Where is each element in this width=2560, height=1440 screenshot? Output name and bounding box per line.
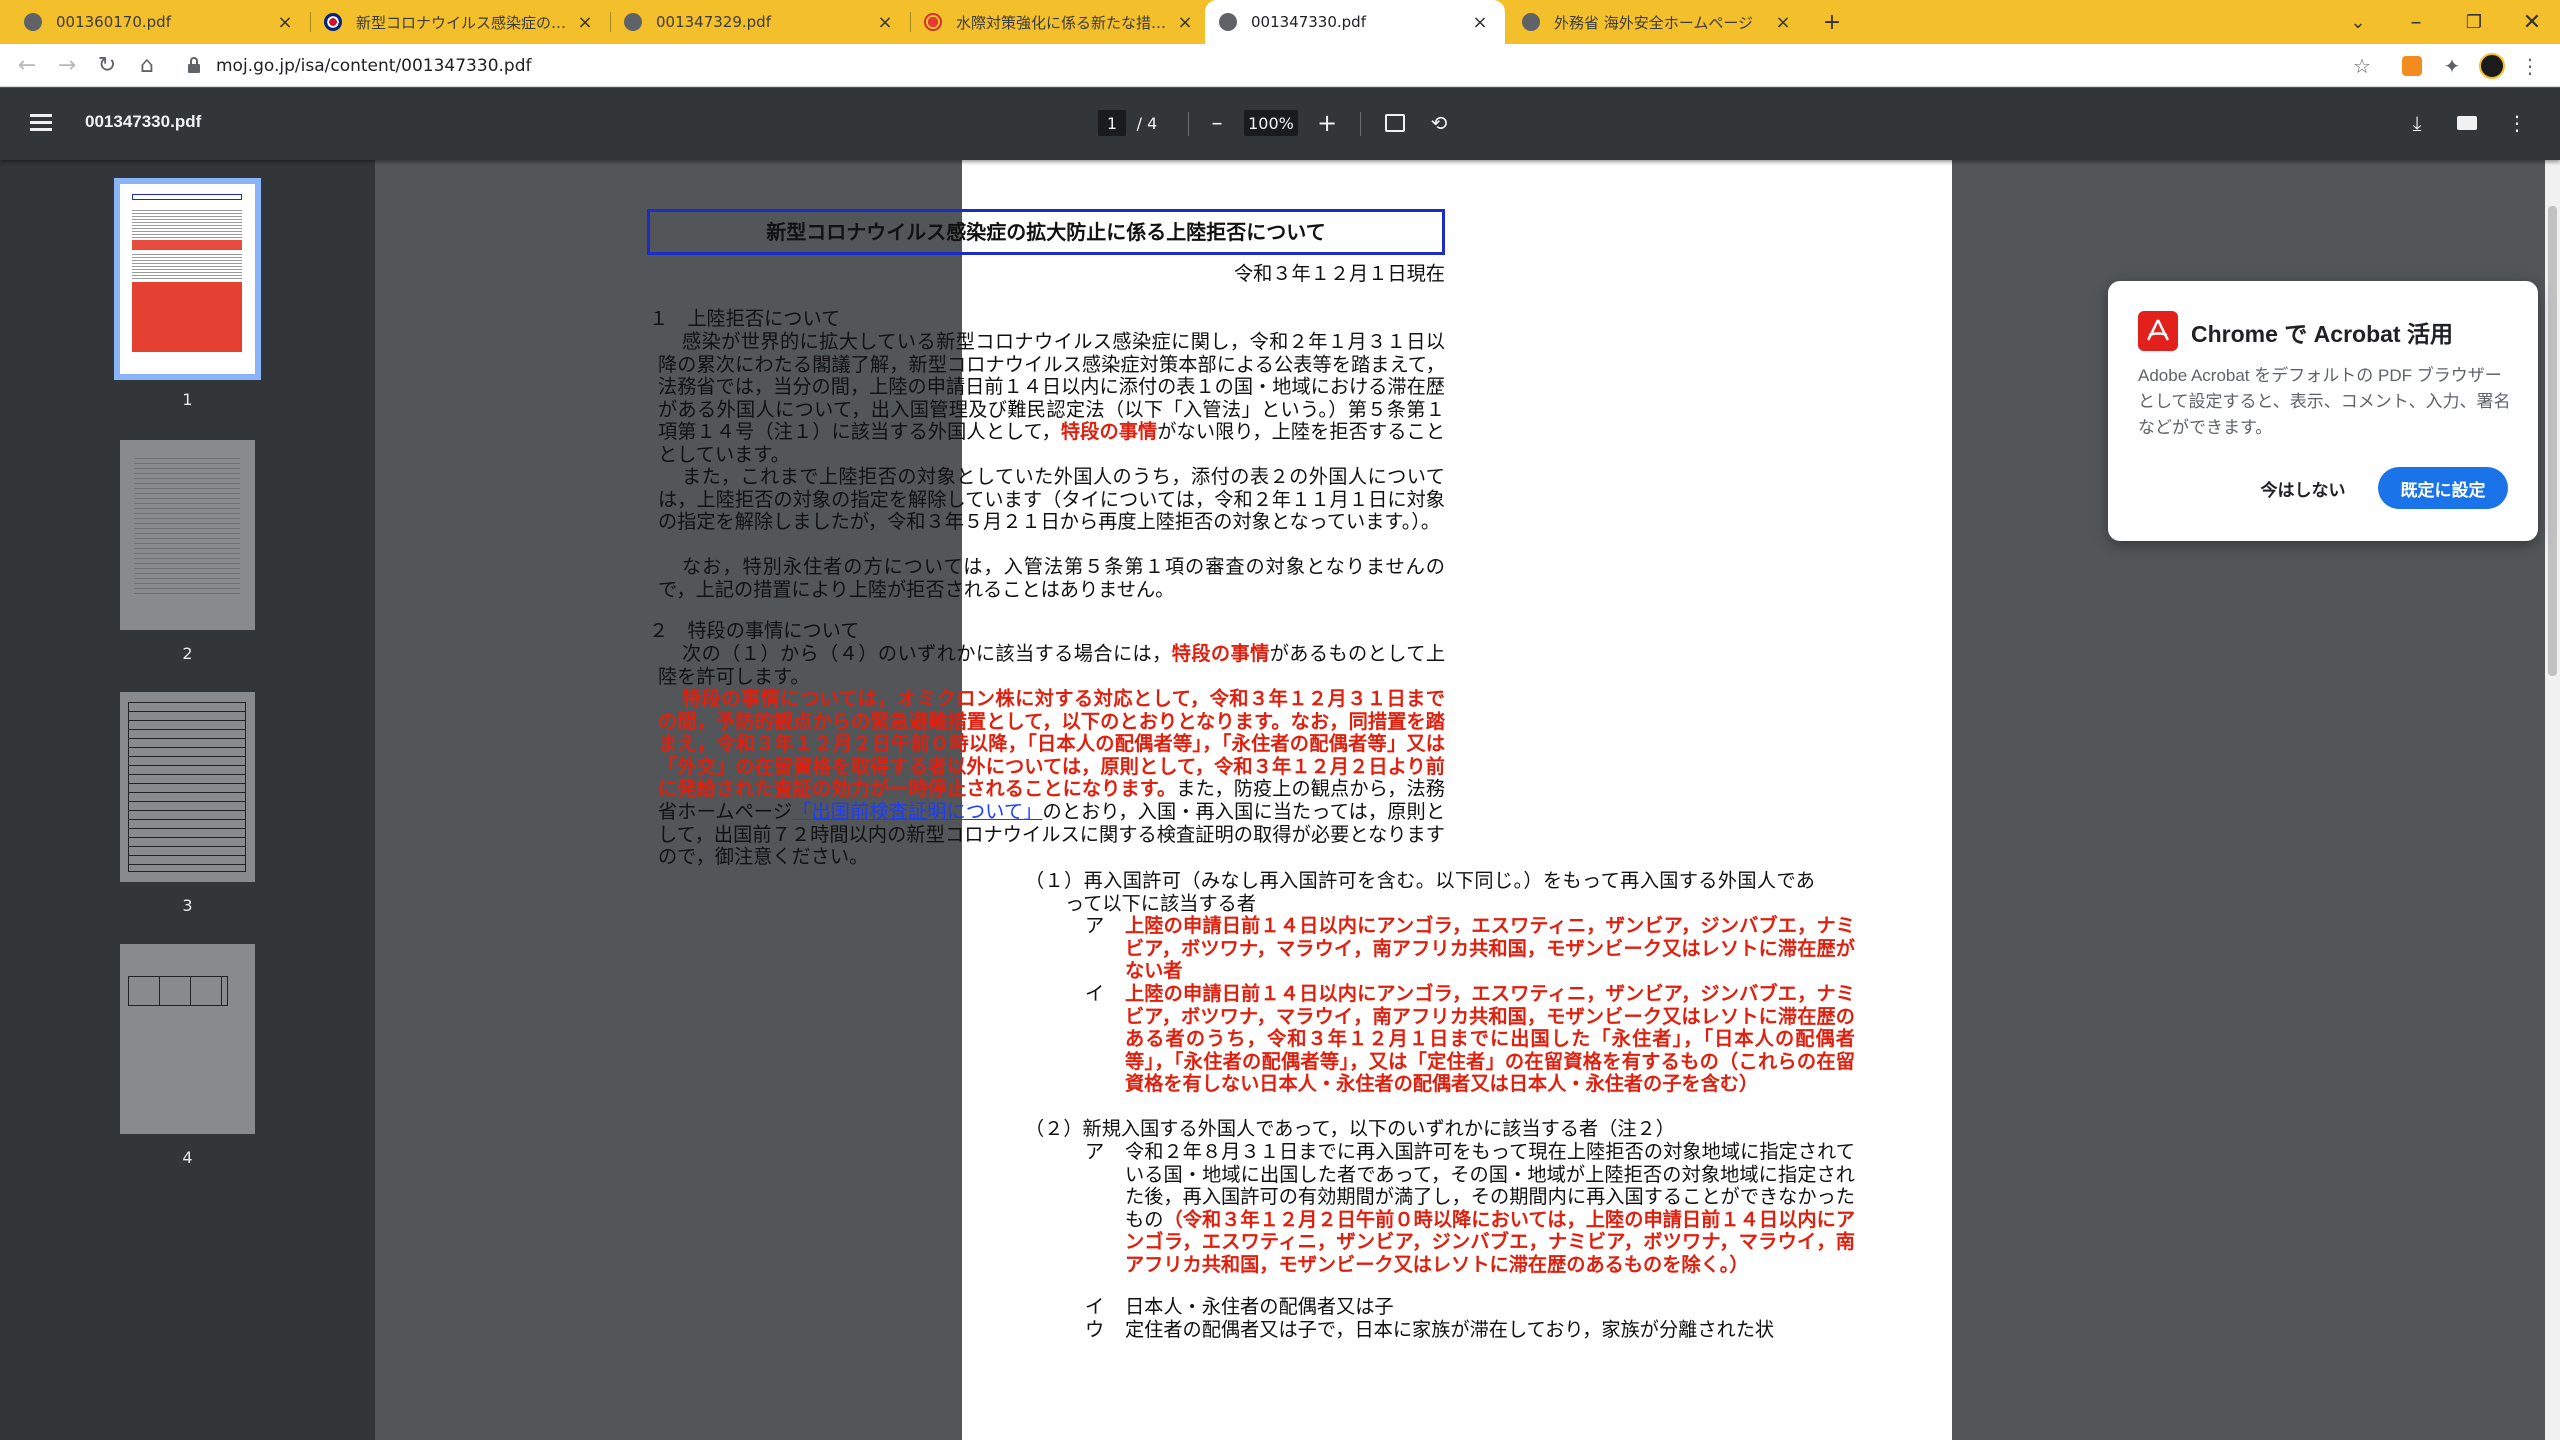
thumbnail-number: 1 bbox=[182, 390, 193, 409]
thumbnail-sidebar: 1 2 3 4 bbox=[0, 160, 375, 1440]
back-button[interactable]: ← bbox=[12, 50, 42, 80]
thumbnail-image bbox=[120, 692, 255, 882]
thumbnail-image bbox=[120, 440, 255, 630]
minimize-button[interactable]: – bbox=[2396, 0, 2436, 44]
close-icon[interactable]: × bbox=[1174, 12, 1196, 33]
popup-title: Chrome で Acrobat 活用 bbox=[2191, 321, 2453, 347]
print-icon[interactable] bbox=[2452, 110, 2482, 136]
popup-body: Adobe Acrobat をデフォルトの PDF ブラウザーとして設定すると、… bbox=[2138, 366, 2511, 437]
tab-4[interactable]: 水際対策強化に係る新たな措置（ × bbox=[910, 0, 1210, 44]
thumbnail-page-3[interactable]: 3 bbox=[120, 692, 255, 915]
zoom-in-button[interactable]: + bbox=[1312, 109, 1342, 137]
pdf-toolbar: 001347330.pdf 1 / 4 – 100% + ⟲ ⤓ ⋮ bbox=[0, 88, 2560, 160]
tab-5-active[interactable]: 001347330.pdf × bbox=[1205, 0, 1505, 44]
reload-button[interactable]: ↻ bbox=[92, 50, 122, 80]
globe-icon bbox=[1219, 13, 1237, 31]
address-bar[interactable]: moj.go.jp/isa/content/001347330.pdf bbox=[216, 52, 531, 80]
tab-title: 外務省 海外安全ホームページ bbox=[1554, 13, 1754, 32]
thumbnail-number: 4 bbox=[182, 1148, 193, 1167]
thumbnail-page-4[interactable]: 4 bbox=[120, 944, 255, 1167]
restore-button[interactable]: ❐ bbox=[2454, 0, 2494, 44]
globe-icon bbox=[24, 13, 42, 31]
extensions-puzzle-icon[interactable]: ✦ bbox=[2438, 52, 2466, 80]
globe-icon bbox=[1522, 13, 1540, 31]
fit-page-icon[interactable] bbox=[1380, 110, 1410, 136]
zoom-input[interactable]: 100% bbox=[1244, 110, 1298, 136]
forward-button[interactable]: → bbox=[52, 50, 82, 80]
rotate-icon[interactable]: ⟲ bbox=[1424, 110, 1454, 136]
browser-toolbar: ← → ↻ ⌂ moj.go.jp/isa/content/001347330.… bbox=[0, 44, 2560, 87]
profile-avatar[interactable] bbox=[2478, 52, 2506, 80]
close-icon[interactable]: × bbox=[274, 12, 296, 33]
thumbnail-number: 3 bbox=[182, 896, 193, 915]
close-icon[interactable]: × bbox=[1469, 12, 1491, 33]
document-title: 001347330.pdf bbox=[85, 112, 202, 131]
rss-extension-icon[interactable] bbox=[2398, 52, 2426, 80]
close-icon[interactable]: × bbox=[574, 12, 596, 33]
thumbnail-image bbox=[120, 944, 255, 1134]
uk-flag-icon bbox=[324, 13, 342, 31]
new-tab-button[interactable]: + bbox=[1812, 0, 1852, 44]
tab-title: 001360170.pdf bbox=[56, 13, 171, 31]
bookmark-star-icon[interactable]: ☆ bbox=[2348, 52, 2376, 80]
tab-6[interactable]: 外務省 海外安全ホームページ × bbox=[1508, 0, 1808, 44]
download-icon[interactable]: ⤓ bbox=[2402, 110, 2432, 136]
thumbnail-page-2[interactable]: 2 bbox=[120, 440, 255, 663]
toolbar-divider bbox=[1360, 112, 1361, 136]
close-icon[interactable]: × bbox=[874, 12, 896, 33]
tab-search-button[interactable]: ⌄ bbox=[2338, 0, 2378, 44]
toolbar-divider bbox=[1188, 112, 1189, 136]
tab-strip: 001360170.pdf × 新型コロナウイルス感染症の拡大防止 × 0013… bbox=[0, 0, 2560, 44]
scrollbar[interactable] bbox=[2545, 160, 2560, 1440]
pre-departure-test-link[interactable]: 「出国前検査証明について」 bbox=[792, 800, 1042, 823]
window-close-button[interactable]: ✕ bbox=[2512, 0, 2552, 44]
globe-icon bbox=[624, 13, 642, 31]
thumbnail-page-1[interactable]: 1 bbox=[114, 178, 261, 409]
tab-title: 水際対策強化に係る新たな措置（ bbox=[956, 13, 1174, 32]
zoom-out-button[interactable]: – bbox=[1202, 110, 1232, 136]
thumbnail-number: 2 bbox=[182, 644, 193, 663]
close-icon[interactable]: × bbox=[1772, 12, 1794, 33]
home-button[interactable]: ⌂ bbox=[132, 50, 162, 80]
lock-icon bbox=[188, 57, 200, 73]
page-number-input[interactable]: 1 bbox=[1098, 110, 1126, 136]
acrobat-promo-popup: Chrome で Acrobat 活用 Adobe Acrobat をデフォルト… bbox=[2108, 281, 2538, 541]
tab-title: 001347329.pdf bbox=[656, 13, 771, 31]
acrobat-logo-icon bbox=[2138, 311, 2178, 351]
tab-3[interactable]: 001347329.pdf × bbox=[610, 0, 910, 44]
site-icon bbox=[924, 13, 942, 31]
tab-1[interactable]: 001360170.pdf × bbox=[10, 0, 310, 44]
tab-title: 新型コロナウイルス感染症の拡大防止 bbox=[356, 13, 574, 32]
sidebar-menu-icon[interactable] bbox=[30, 114, 52, 132]
more-options-icon[interactable]: ⋮ bbox=[2502, 110, 2532, 136]
scrollbar-thumb[interactable] bbox=[2548, 206, 2557, 676]
set-default-button[interactable]: 既定に設定 bbox=[2378, 467, 2508, 509]
chrome-menu-icon[interactable]: ⋮ bbox=[2516, 52, 2544, 80]
pdf-page bbox=[962, 160, 1952, 1440]
not-now-button[interactable]: 今はしない bbox=[2238, 467, 2368, 509]
tab-title: 001347330.pdf bbox=[1251, 13, 1366, 31]
page-total: / 4 bbox=[1136, 113, 1158, 133]
tab-2[interactable]: 新型コロナウイルス感染症の拡大防止 × bbox=[310, 0, 610, 44]
thumbnail-image bbox=[114, 178, 261, 380]
